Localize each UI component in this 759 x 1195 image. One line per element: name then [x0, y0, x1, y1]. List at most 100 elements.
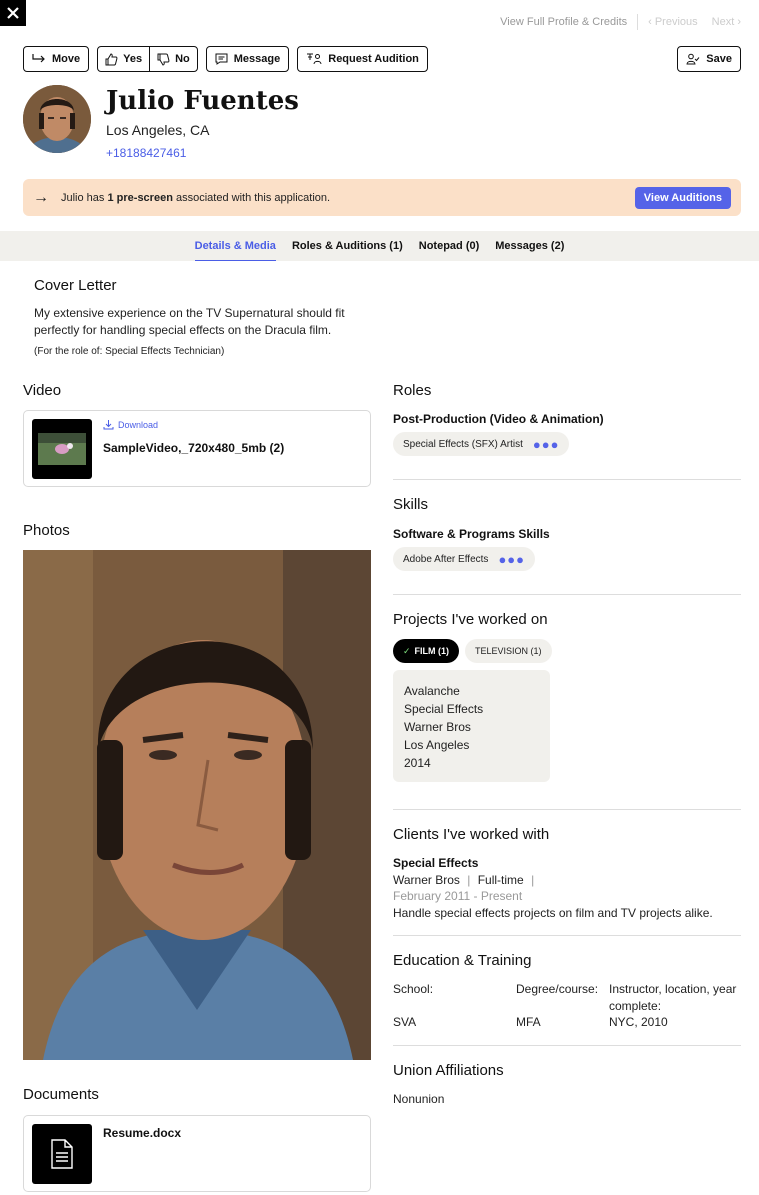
- save-label: Save: [706, 53, 732, 65]
- arrow-right-icon: →: [33, 188, 49, 206]
- projects-heading: Projects I've worked on: [393, 611, 548, 628]
- download-label: Download: [118, 419, 159, 430]
- video-preview: [38, 433, 86, 465]
- tab-bar: Details & Media Roles & Auditions (1) No…: [0, 231, 759, 261]
- client-description: Handle special effects projects on film …: [393, 906, 713, 920]
- document-thumbnail[interactable]: [32, 1124, 92, 1184]
- message-icon: [215, 53, 228, 65]
- roles-category: Post-Production (Video & Animation): [393, 412, 604, 426]
- cover-letter-text: My extensive experience on the TV Supern…: [34, 306, 345, 337]
- more-options-icon[interactable]: ●●●: [533, 437, 560, 452]
- top-navigation: View Full Profile & Credits ‹ Previous N…: [500, 14, 741, 30]
- banner-text: Julio has 1 pre-screen associated with t…: [61, 191, 331, 204]
- headshot-image: [23, 550, 371, 1060]
- close-button[interactable]: [0, 0, 26, 26]
- tab-messages[interactable]: Messages (2): [495, 231, 564, 261]
- applicant-phone[interactable]: +18188427461: [106, 146, 186, 160]
- roles-heading: Roles: [393, 382, 432, 399]
- divider: [393, 479, 741, 480]
- cover-letter-heading: Cover Letter: [34, 277, 117, 294]
- photos-heading: Photos: [23, 522, 70, 539]
- download-icon: [103, 420, 114, 430]
- client-employment-type: Full-time: [477, 873, 524, 887]
- divider: [393, 935, 741, 936]
- skill-pill-label: Adobe After Effects: [403, 553, 489, 565]
- tab-film[interactable]: ✓ FILM (1): [393, 639, 460, 663]
- yes-label: Yes: [123, 53, 143, 65]
- union-value: Nonunion: [393, 1092, 445, 1106]
- no-button[interactable]: No: [149, 47, 197, 71]
- video-download-link[interactable]: Download: [103, 419, 158, 430]
- tab-roles-auditions[interactable]: Roles & Auditions (1): [292, 231, 403, 261]
- skills-heading: Skills: [393, 496, 429, 513]
- message-label: Message: [233, 53, 281, 65]
- video-thumbnail[interactable]: [32, 419, 92, 479]
- client-dates: February 2011 - Present: [393, 889, 523, 903]
- divider: [393, 809, 741, 810]
- education-school-label: School:: [393, 982, 434, 996]
- document-filename: Resume.docx: [103, 1126, 182, 1140]
- project-location: Los Angeles: [404, 738, 470, 752]
- move-label: Move: [52, 53, 81, 65]
- audition-icon: [307, 53, 322, 65]
- video-heading: Video: [23, 382, 62, 399]
- education-school: SVA: [393, 1015, 417, 1029]
- education-degree-label: Degree/course:: [516, 982, 599, 996]
- tab-television[interactable]: TELEVISION (1): [465, 639, 552, 663]
- education-degree: MFA: [516, 1015, 541, 1029]
- view-full-profile-link[interactable]: View Full Profile & Credits: [500, 16, 627, 28]
- applicant-name: Julio Fuentes: [106, 86, 299, 116]
- education-instructor-label: Instructor, location, year complete:: [609, 982, 737, 1013]
- divider: [393, 594, 741, 595]
- avatar: [23, 85, 91, 153]
- skills-category: Software & Programs Skills: [393, 527, 550, 541]
- project-role: Special Effects: [404, 702, 484, 716]
- thumbs-up-icon: [105, 52, 118, 65]
- move-arrow-icon: [32, 54, 45, 63]
- video-filename: SampleVideo,_720x480_5mb (2): [103, 441, 285, 455]
- close-icon: [7, 7, 19, 19]
- client-company-line: Warner Bros | Full-time |: [393, 873, 535, 887]
- save-button[interactable]: Save: [677, 46, 741, 72]
- avatar-portrait: [23, 85, 91, 153]
- document-icon: [51, 1139, 73, 1169]
- client-company: Warner Bros: [393, 873, 460, 887]
- education-heading: Education & Training: [393, 952, 532, 969]
- no-label: No: [175, 53, 190, 65]
- documents-heading: Documents: [23, 1086, 99, 1103]
- role-pill-label: Special Effects (SFX) Artist: [403, 438, 523, 450]
- project-company: Warner Bros: [404, 720, 471, 734]
- clients-heading: Clients I've worked with: [393, 826, 550, 843]
- yes-button[interactable]: Yes: [98, 47, 149, 71]
- thumbs-down-icon: [157, 53, 170, 66]
- video-card: Download SampleVideo,_720x480_5mb (2): [23, 410, 371, 487]
- view-auditions-button[interactable]: View Auditions: [634, 187, 731, 209]
- tab-film-label: FILM (1): [414, 646, 450, 656]
- client-role: Special Effects: [393, 856, 479, 870]
- move-button[interactable]: Move: [23, 46, 90, 72]
- skill-pill[interactable]: Adobe After Effects ●●●: [393, 547, 535, 571]
- applicant-location: Los Angeles, CA: [106, 122, 210, 138]
- previous-link[interactable]: ‹ Previous: [648, 16, 698, 28]
- project-year: 2014: [404, 756, 431, 770]
- tab-details-media[interactable]: Details & Media: [194, 231, 276, 261]
- cover-letter-role-note: (For the role of: Special Effects Techni…: [34, 346, 225, 357]
- yes-no-group: Yes No: [97, 46, 198, 72]
- tab-notepad[interactable]: Notepad (0): [419, 231, 480, 261]
- role-pill[interactable]: Special Effects (SFX) Artist ●●●: [393, 432, 570, 456]
- document-card: Resume.docx: [23, 1115, 371, 1192]
- divider: [393, 1045, 741, 1046]
- next-link[interactable]: Next ›: [712, 16, 741, 28]
- check-icon: ✓: [403, 645, 411, 656]
- education-instructor: NYC, 2010: [609, 1015, 668, 1029]
- request-audition-label: Request Audition: [328, 53, 419, 65]
- request-audition-button[interactable]: Request Audition: [297, 46, 428, 72]
- divider: [637, 14, 639, 30]
- union-heading: Union Affiliations: [393, 1062, 504, 1079]
- message-button[interactable]: Message: [205, 46, 290, 72]
- headshot-photo[interactable]: [23, 550, 371, 1060]
- more-options-icon[interactable]: ●●●: [498, 552, 525, 567]
- action-toolbar: Move Yes No Message Request Audition: [23, 46, 428, 72]
- save-user-icon: [686, 53, 700, 65]
- pre-screen-banner: → Julio has 1 pre-screen associated with…: [23, 179, 741, 216]
